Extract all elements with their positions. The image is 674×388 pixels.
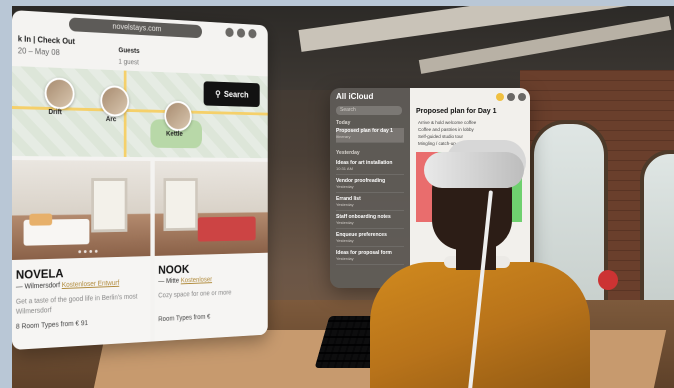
listing-photo: [155, 161, 268, 256]
window-button[interactable]: [237, 28, 245, 38]
listing-window: [163, 178, 197, 231]
listing-title: NOVELA: [16, 266, 64, 281]
listing-location: — Wilmersdorf Kostenloser Entwurf: [16, 280, 119, 291]
carousel-dot[interactable]: [95, 250, 98, 253]
notes-section-yesterday: Yesterday: [336, 150, 360, 156]
listing-location-text: — Wilmersdorf: [16, 282, 60, 291]
notes-toolbar: [496, 93, 526, 101]
listing-location-link[interactable]: Kostenloser: [181, 277, 212, 285]
scene: novelstays.com k In | Check Out 20 – May…: [0, 0, 674, 388]
guests-label: Guests: [118, 47, 139, 55]
carousel-dot[interactable]: [84, 250, 87, 253]
listing-bed: [198, 217, 256, 242]
notes-search-input[interactable]: Search: [336, 106, 402, 115]
map-pin-label: Arc: [106, 116, 117, 123]
listing-pillow: [29, 214, 52, 226]
carousel-dots[interactable]: [78, 250, 97, 253]
notes-section-today: Today: [336, 120, 350, 126]
person: [360, 130, 620, 388]
listing-rooms: 8 Room Types from € 91: [16, 320, 88, 331]
notes-folder-title[interactable]: All iCloud: [336, 92, 373, 101]
search-icon: ⚲: [215, 89, 220, 99]
carousel-dot[interactable]: [89, 250, 92, 253]
listing-location-link[interactable]: Kostenloser Entwurf: [62, 280, 119, 289]
guests-value[interactable]: 1 guest: [118, 59, 138, 67]
listing-description: Get a taste of the good life in Berlin's…: [16, 292, 145, 317]
search-button-label: Search: [224, 89, 249, 99]
frame-edge: [0, 0, 12, 388]
map-pin[interactable]: [100, 85, 129, 117]
map[interactable]: Drift Arc Kettle: [12, 66, 268, 158]
window-controls: [225, 28, 256, 39]
listing-title: NOOK: [158, 262, 189, 276]
window-button[interactable]: [248, 29, 256, 39]
search-button[interactable]: ⚲ Search: [204, 81, 260, 107]
pen-icon[interactable]: [496, 93, 504, 101]
more-icon[interactable]: [518, 93, 526, 101]
share-icon[interactable]: [507, 93, 515, 101]
carousel-dot[interactable]: [78, 250, 81, 253]
listing-card[interactable]: NOOK — Mitte Kostenloser Cozy space for …: [155, 161, 268, 341]
note-heading: Proposed plan for Day 1: [416, 108, 497, 115]
note-checklist-item[interactable]: Arrive & hold welcome coffee: [418, 120, 476, 125]
listing-window: [91, 178, 127, 232]
listing-card[interactable]: NOVELA — Wilmersdorf Kostenloser Entwurf…: [12, 160, 150, 350]
dates-value[interactable]: 20 – May 08: [18, 46, 60, 57]
map-pin[interactable]: [164, 101, 191, 132]
listing-rooms: Room Types from €: [158, 314, 210, 323]
window-button[interactable]: [225, 28, 233, 38]
listing-location-text: — Mitte: [158, 278, 179, 285]
browser-window: novelstays.com k In | Check Out 20 – May…: [12, 10, 268, 350]
map-pin-label: Drift: [48, 109, 62, 116]
map-pin-label: Kettle: [166, 131, 183, 138]
frame-top: [0, 0, 674, 6]
map-pin[interactable]: [45, 77, 75, 109]
arched-window-2: [640, 150, 674, 308]
listing-location: — Mitte Kostenloser: [158, 277, 212, 286]
listing-description: Cozy space for one or more: [158, 287, 268, 301]
checkin-label: k In | Check Out: [18, 34, 75, 46]
map-road: [124, 71, 127, 157]
listing-photo: [12, 160, 150, 260]
vr-headset: [424, 152, 524, 188]
url-bar[interactable]: novelstays.com: [69, 17, 202, 38]
